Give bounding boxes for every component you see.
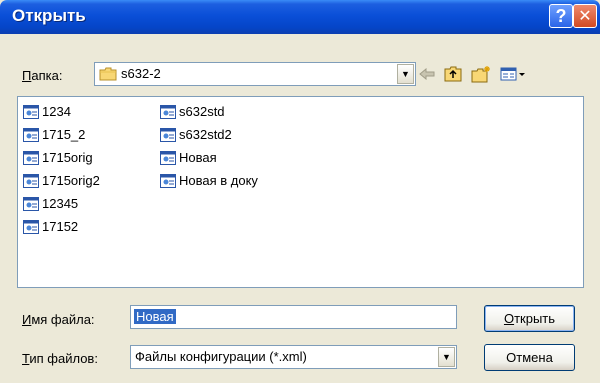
filetype-label-text: ип файлов: (29, 351, 98, 366)
xml-file-icon (23, 104, 39, 119)
title-bar[interactable]: Открыть ? ✕ (0, 0, 600, 34)
xml-file-icon (23, 219, 39, 234)
file-name: 1234 (42, 104, 71, 119)
filename-label-text: мя файла: (31, 312, 95, 327)
cancel-button[interactable]: Отмена (484, 344, 575, 371)
open-button-accel: О (503, 311, 515, 326)
list-item[interactable]: 1715orig2 (23, 172, 100, 189)
folder-label: Папка: (22, 68, 62, 83)
list-item[interactable]: s632std (160, 103, 225, 120)
file-name: 1715_2 (42, 127, 86, 142)
list-item[interactable]: 1234 (23, 103, 71, 120)
view-menu-icon (500, 67, 526, 84)
cancel-button-label: Отмена (506, 350, 553, 365)
xml-file-icon (23, 196, 39, 211)
filetype-combo[interactable]: Файлы конфигурации (*.xml) ▼ (130, 345, 457, 369)
back-button[interactable] (417, 66, 437, 84)
list-item[interactable]: s632std2 (160, 126, 232, 143)
open-button[interactable]: Открыть (484, 305, 575, 332)
back-icon (419, 67, 435, 83)
file-name: 1715orig (42, 150, 93, 165)
xml-file-icon (23, 150, 39, 165)
list-item[interactable]: 1715orig (23, 149, 93, 166)
view-menu-button[interactable] (499, 66, 527, 84)
help-icon: ? (555, 5, 567, 26)
folder-label-text: апка: (31, 68, 63, 83)
close-icon: ✕ (578, 8, 592, 25)
file-name: Новая (179, 150, 217, 165)
folder-combo[interactable]: s632-2 ▼ (94, 62, 416, 86)
new-folder-icon (471, 65, 491, 86)
file-name: Новая в доку (179, 173, 258, 188)
list-item[interactable]: 1715_2 (23, 126, 85, 143)
xml-file-icon (23, 173, 39, 188)
up-folder-button[interactable] (443, 66, 463, 84)
xml-file-icon (160, 104, 176, 119)
file-name: 17152 (42, 219, 79, 234)
new-folder-button[interactable] (471, 65, 491, 86)
list-item[interactable]: 12345 (23, 195, 78, 212)
file-list[interactable]: 1234 1715_2 1715orig 1715orig2 12345 171… (17, 96, 584, 288)
folder-current: s632-2 (121, 66, 161, 81)
folder-icon (99, 67, 117, 81)
folder-label-accel: П (22, 68, 32, 83)
close-button[interactable]: ✕ (573, 4, 597, 28)
filename-label: Имя файла: (22, 312, 95, 327)
up-folder-icon (444, 66, 462, 85)
open-button-label: Открыть (504, 311, 555, 326)
list-item[interactable]: Новая (160, 149, 217, 166)
file-name: 1715orig2 (42, 173, 100, 188)
xml-file-icon (160, 150, 176, 165)
filename-input[interactable]: Новая (130, 305, 457, 329)
xml-file-icon (23, 127, 39, 142)
list-item[interactable]: 17152 (23, 218, 78, 235)
filename-value: Новая (134, 309, 176, 324)
filetype-value: Файлы конфигурации (*.xml) (135, 349, 307, 364)
filetype-dropdown-arrow[interactable]: ▼ (438, 347, 455, 367)
list-item[interactable]: Новая в доку (160, 172, 258, 189)
file-name: s632std2 (179, 127, 232, 142)
xml-file-icon (160, 127, 176, 142)
folder-dropdown-arrow[interactable]: ▼ (397, 64, 414, 84)
filename-label-accel: И (22, 312, 32, 327)
filetype-label: Тип файлов: (22, 351, 98, 366)
window-title: Открыть (12, 6, 86, 25)
file-name: 12345 (42, 196, 79, 211)
help-button[interactable]: ? (549, 4, 573, 28)
open-button-text: ткрыть (514, 311, 556, 326)
xml-file-icon (160, 173, 176, 188)
file-name: s632std (179, 104, 225, 119)
